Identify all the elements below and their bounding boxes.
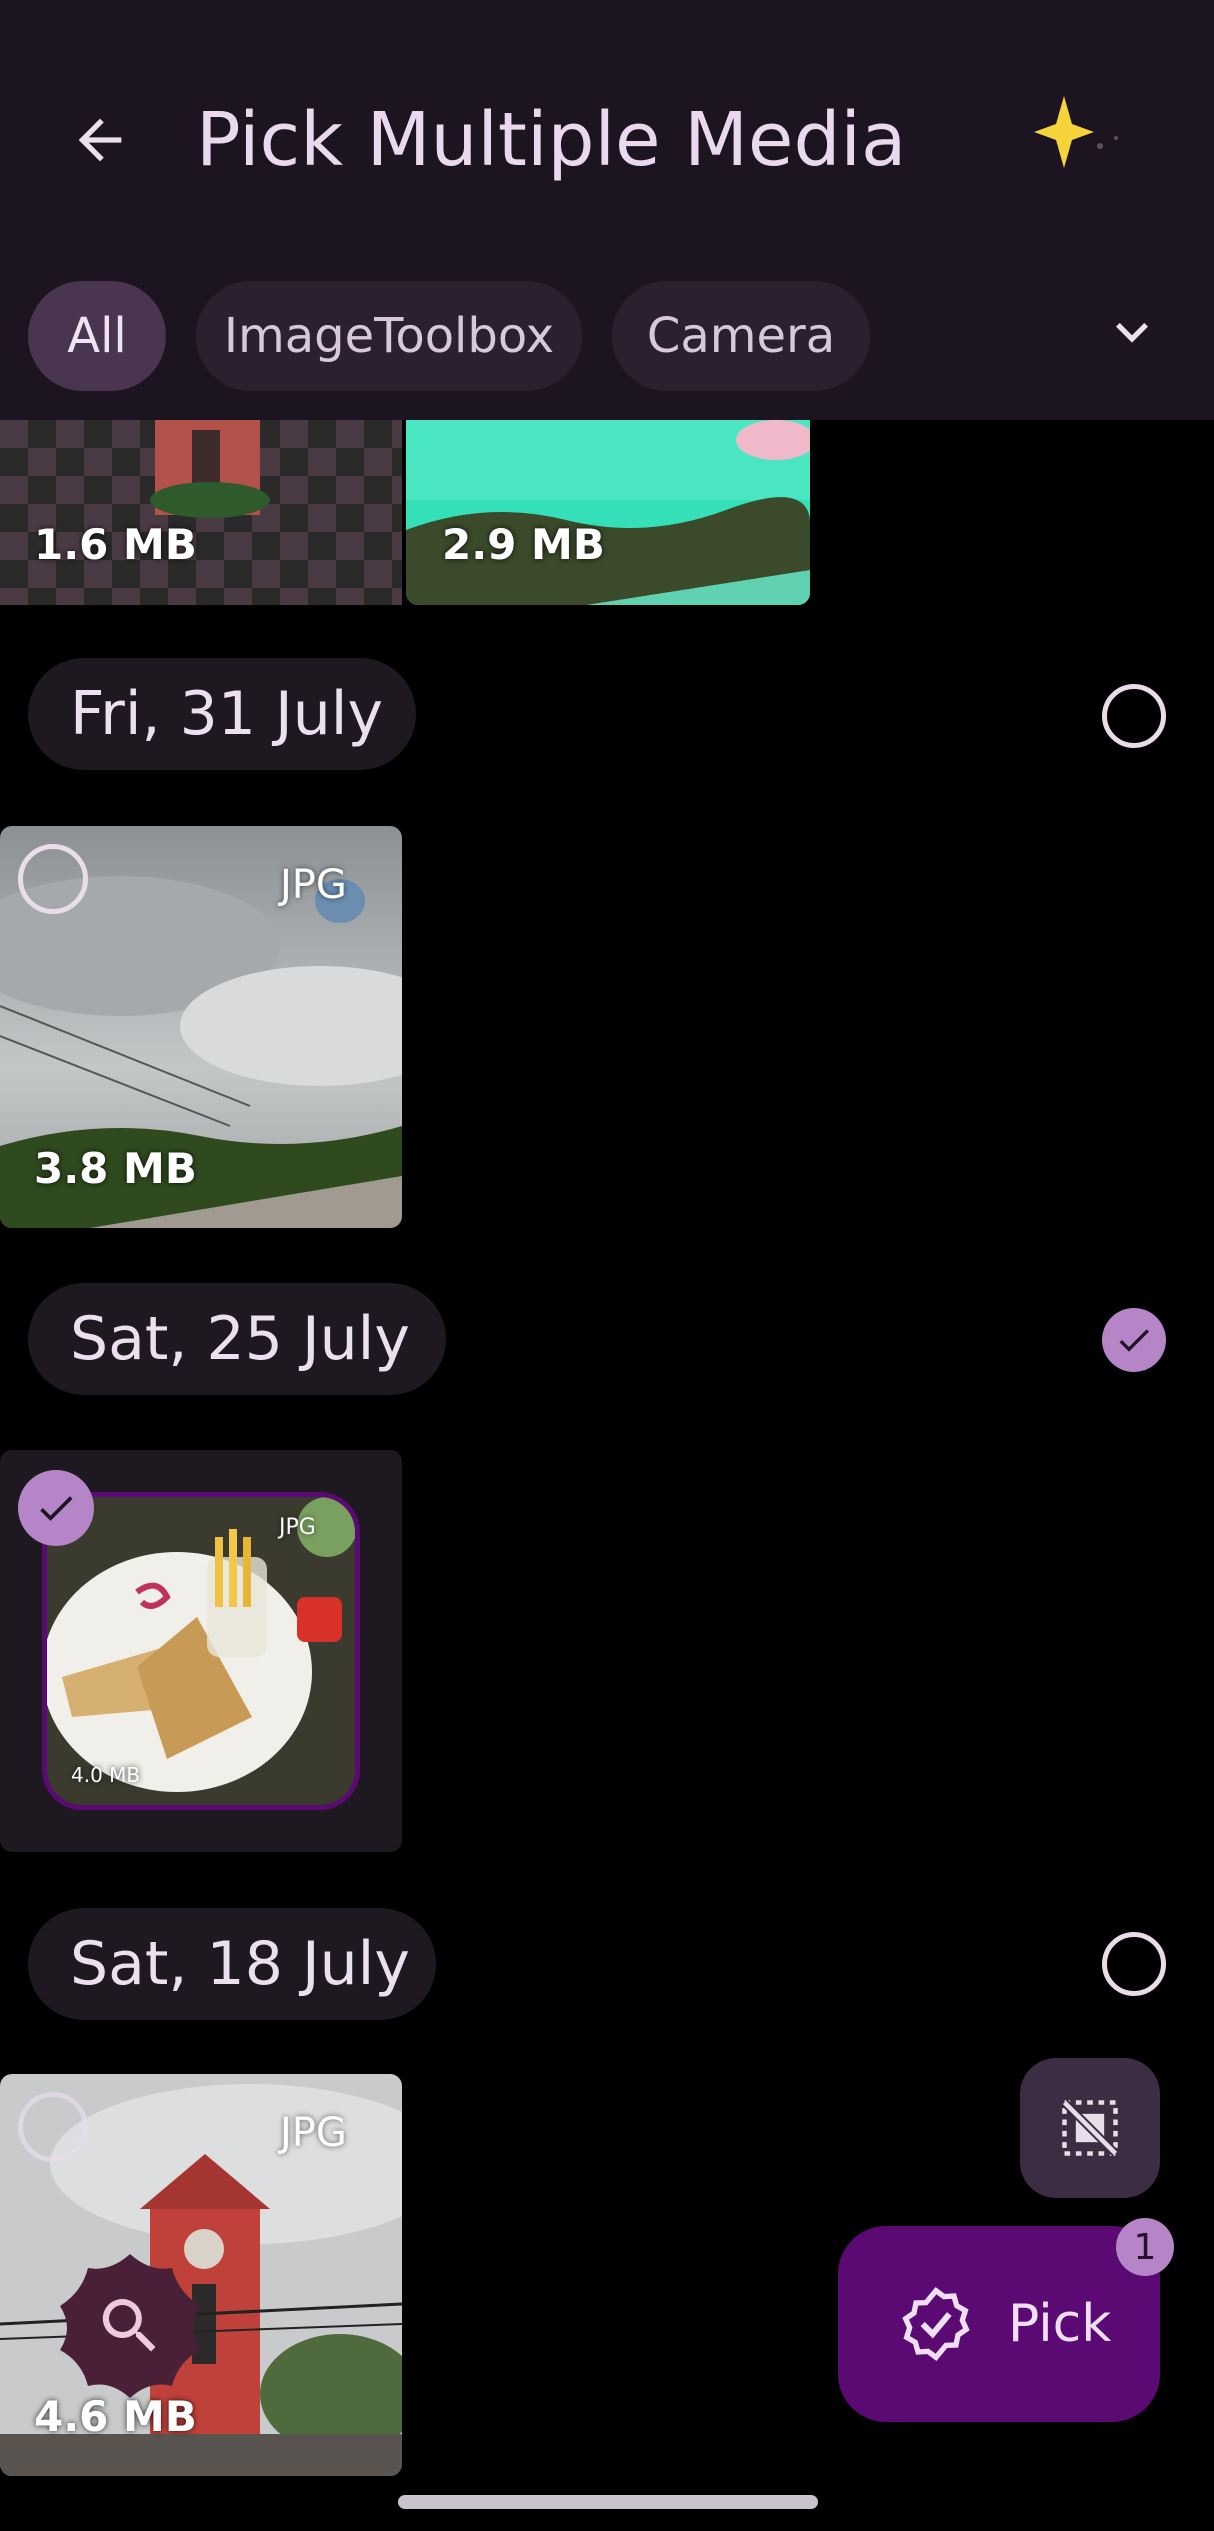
media-thumbnail[interactable]: JPG 4.0 MB — [42, 1492, 360, 1810]
pick-button[interactable]: Pick — [838, 2226, 1160, 2422]
media-image — [406, 420, 810, 605]
deselect-all-button[interactable] — [1020, 2058, 1160, 2198]
expand-filters-button[interactable] — [1100, 300, 1164, 364]
top-app-bar — [0, 0, 1214, 420]
media-image — [47, 1497, 355, 1805]
pick-label: Pick — [1008, 2294, 1112, 2354]
select-item-radio[interactable] — [18, 2092, 88, 2162]
search-button[interactable] — [54, 2250, 206, 2402]
check-icon — [40, 1496, 73, 1521]
file-size-label: 4.0 MB — [71, 1763, 141, 1787]
item-selected-check[interactable] — [18, 1470, 94, 1546]
select-group-radio[interactable] — [1102, 684, 1166, 748]
verified-check-icon — [902, 2287, 970, 2361]
gesture-nav-bar[interactable] — [398, 2495, 818, 2509]
file-size-label: 1.6 MB — [34, 520, 197, 569]
chip-camera[interactable]: Camera — [612, 281, 870, 391]
sparkle-icon — [1034, 96, 1118, 168]
selection-count-badge: 1 — [1116, 2218, 1174, 2276]
chevron-down-icon — [1116, 322, 1148, 343]
media-thumbnail[interactable]: 1.6 MB — [0, 420, 402, 605]
sparkle-button[interactable] — [1030, 88, 1130, 188]
date-header[interactable]: Sat, 18 July — [28, 1908, 436, 2020]
file-type-badge: JPG — [280, 862, 347, 908]
select-group-radio[interactable] — [1102, 1932, 1166, 1996]
search-icon — [102, 2299, 156, 2352]
deselect-icon — [1061, 2099, 1119, 2157]
arrow-left-icon — [78, 118, 122, 162]
page-title: Pick Multiple Media — [196, 97, 907, 183]
chip-all[interactable]: All — [28, 281, 166, 391]
file-type-badge: JPG — [280, 2110, 347, 2156]
select-item-radio[interactable] — [18, 844, 88, 914]
date-header[interactable]: Fri, 31 July — [28, 658, 416, 770]
date-header[interactable]: Sat, 25 July — [28, 1283, 446, 1395]
back-button[interactable] — [60, 100, 140, 180]
file-size-label: 3.8 MB — [34, 1144, 197, 1193]
media-image — [0, 420, 402, 605]
check-icon — [1119, 1329, 1149, 1352]
chip-imagetoolbox[interactable]: ImageToolbox — [196, 281, 582, 391]
file-size-label: 2.9 MB — [442, 520, 605, 569]
file-type-badge: JPG — [279, 1515, 316, 1540]
media-thumbnail[interactable]: JPG 3.8 MB — [0, 826, 402, 1228]
group-selected-check[interactable] — [1102, 1308, 1166, 1372]
media-thumbnail[interactable]: 2.9 MB — [406, 420, 810, 605]
